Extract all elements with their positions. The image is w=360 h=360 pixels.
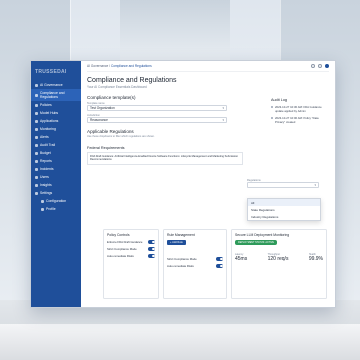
- regulations-dropdown-menu: All State Regulations Industry Regulatio…: [247, 198, 321, 221]
- policy-controls-heading: Policy Controls: [107, 233, 130, 237]
- rule-row: Auto-remediate Risks: [167, 264, 223, 268]
- template-name-group: Template name Test Organization ▾ Jurisdi…: [87, 102, 227, 123]
- sidebar-item-settings[interactable]: Settings: [31, 189, 81, 197]
- shield-icon: [35, 93, 38, 97]
- search-icon[interactable]: [311, 64, 315, 68]
- sliders-icon: [41, 199, 44, 203]
- list-icon: [35, 143, 38, 147]
- breadcrumb: AI Governance / Compliance and Regulatio…: [87, 64, 152, 68]
- page-subtitle: Your AI Compliance Essentials Dashboard: [87, 85, 147, 89]
- rule-row: Strict Compliance Mode: [167, 257, 223, 261]
- regulations-filter: Regulations ▾: [247, 179, 319, 188]
- sidebar-subitem-profile[interactable]: Profile: [31, 205, 81, 213]
- bell-icon[interactable]: [318, 64, 322, 68]
- audit-entry: 2023-10-27 10:00 AM: Policy "Data Privac…: [271, 116, 329, 124]
- audit-heading: Audit Log: [271, 98, 288, 102]
- sidebar-item-incidents[interactable]: Incidents: [31, 165, 81, 173]
- sidebar-item-policies[interactable]: Policies: [31, 101, 81, 109]
- bell-icon: [35, 135, 38, 139]
- sidebar-item-compliance[interactable]: Compliance and Regulations: [31, 89, 81, 101]
- brand-name: TRUSSED: [35, 69, 61, 75]
- deployment-stats: Latency 45ms Throughput 120 req/s Health 99…: [235, 253, 323, 262]
- dashboard-icon: [35, 83, 38, 87]
- sidebar-item-alerts[interactable]: Alerts: [31, 133, 81, 141]
- chevron-down-icon: ▾: [222, 118, 224, 122]
- top-bar: AI Governance / Compliance and Regulatio…: [87, 61, 329, 72]
- breadcrumb-current: Compliance and Regulations: [110, 64, 152, 68]
- policy-row: Auto-remediate Risks: [107, 254, 155, 258]
- brand-logo: TRUSSEDAI: [31, 65, 81, 81]
- federal-requirement-text: FDA Draft Guidance: Artificial Intellige…: [87, 152, 243, 165]
- rule-management-heading: Rule Management: [167, 233, 195, 237]
- desk: [0, 324, 360, 360]
- toggle-switch[interactable]: [216, 257, 223, 261]
- dropdown-option-all[interactable]: All: [248, 199, 320, 206]
- document-icon: [35, 103, 38, 107]
- sidebar: TRUSSEDAI AI Governance Compliance and R…: [31, 61, 81, 307]
- template-name-select[interactable]: Test Organization ▾: [87, 105, 227, 111]
- chart-icon: [35, 159, 38, 163]
- dropdown-option-industry[interactable]: Industry Regulations: [248, 213, 320, 220]
- dropdown-option-state[interactable]: State Regulations: [248, 206, 320, 213]
- rule-management-card: Rule Management + Add Rule Strict Compli…: [163, 229, 227, 299]
- audit-entry: 2023-10-27 10:30 AM: FDA Guidance update…: [271, 105, 329, 113]
- sidebar-subitem-configuration[interactable]: Configuration: [31, 197, 81, 205]
- sidebar-item-audit-trail[interactable]: Audit Trail: [31, 141, 81, 149]
- breadcrumb-root[interactable]: AI Governance: [87, 64, 108, 68]
- toggle-switch[interactable]: [148, 247, 155, 251]
- toggle-switch[interactable]: [148, 240, 155, 244]
- avatar[interactable]: [325, 64, 329, 68]
- regulations-helper: Use these dropdowns to filter which regu…: [87, 135, 155, 138]
- lightbulb-icon: [35, 183, 38, 187]
- sidebar-item-monitoring[interactable]: Monitoring: [31, 125, 81, 133]
- regulations-heading: Applicable Regulations: [87, 129, 134, 134]
- top-icons: [311, 64, 329, 68]
- stat-throughput: Throughput 120 req/s: [267, 253, 289, 262]
- status-badge: DEPLOYMENT STATUS: ACTIVE: [235, 240, 277, 245]
- federal-heading: Federal Requirements: [87, 146, 125, 150]
- users-icon: [35, 175, 38, 179]
- policy-row: Enforce FDA Draft Guidance: [107, 240, 155, 244]
- chevron-down-icon: ▾: [314, 183, 316, 187]
- policy-row: Strict Compliance Mode: [107, 247, 155, 251]
- toggle-switch[interactable]: [148, 254, 155, 258]
- warning-icon: [35, 167, 38, 171]
- toggle-switch[interactable]: [216, 264, 223, 268]
- user-icon: [41, 207, 44, 211]
- sidebar-item-applications[interactable]: Applications: [31, 117, 81, 125]
- apps-icon: [35, 119, 38, 123]
- regulations-select[interactable]: ▾: [247, 182, 319, 188]
- sidebar-item-ai-governance[interactable]: AI Governance: [31, 81, 81, 89]
- deployment-heading: Secure LLM Deployment Monitoring: [235, 233, 290, 237]
- wallet-icon: [35, 151, 38, 155]
- stat-latency: Latency 45ms: [235, 253, 248, 262]
- jurisdiction-select[interactable]: Reasonance ▾: [87, 117, 227, 123]
- gear-icon: [35, 191, 38, 195]
- sidebar-item-reports[interactable]: Reports: [31, 157, 81, 165]
- background-window: [120, 0, 230, 60]
- sidebar-item-users[interactable]: Users: [31, 173, 81, 181]
- bullet-icon: [271, 117, 273, 119]
- audit-log: Audit Log 2023-10-27 10:30 AM: FDA Guida…: [271, 98, 329, 124]
- sidebar-item-model-hubs[interactable]: Model Hubs: [31, 109, 81, 117]
- stat-health: Health 99.9%: [308, 253, 323, 262]
- brand-suffix: AI: [61, 69, 67, 75]
- add-rule-button[interactable]: + Add Rule: [167, 240, 186, 245]
- policy-controls-card: Policy Controls Enforce FDA Draft Guidan…: [103, 229, 159, 299]
- sidebar-item-insights[interactable]: Insights: [31, 181, 81, 189]
- sidebar-item-budget[interactable]: Budget: [31, 149, 81, 157]
- page-title: Compliance and Regulations: [87, 77, 177, 84]
- bullet-icon: [271, 106, 273, 108]
- deployment-monitoring-card: Secure LLM Deployment Monitoring DEPLOYM…: [231, 229, 327, 299]
- cube-icon: [35, 111, 38, 115]
- monitor-icon: [35, 127, 38, 131]
- chevron-down-icon: ▾: [222, 106, 224, 110]
- monitor-screen: TRUSSEDAI AI Governance Compliance and R…: [30, 60, 336, 308]
